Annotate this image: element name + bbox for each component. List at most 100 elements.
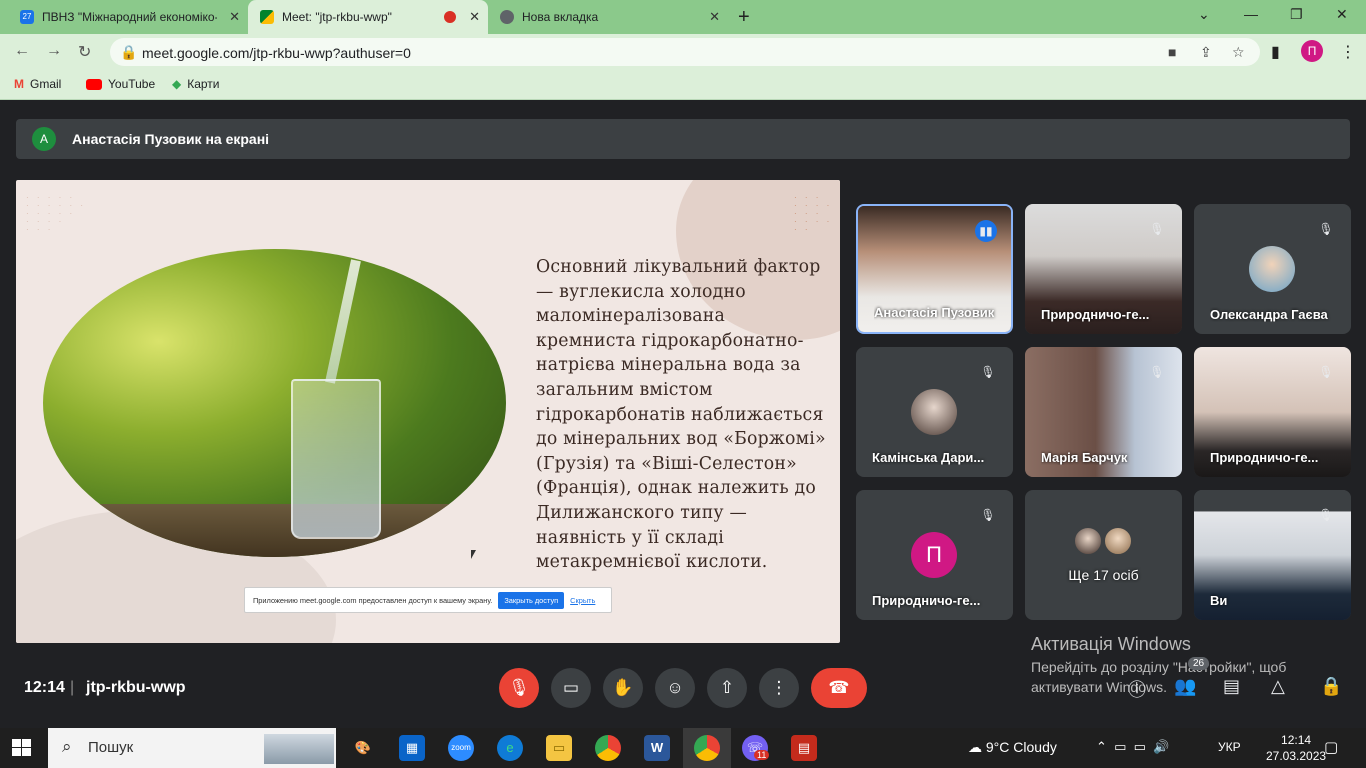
presenter-text: Анастасія Пузовик на екрані xyxy=(72,131,270,147)
shared-screen: · · · · · · · · · · · · · · · · · · · · · · … xyxy=(16,180,840,643)
chevron-down-icon[interactable]: ⌄ xyxy=(1198,6,1210,23)
presenter-banner: A Анастасія Пузовик на екрані xyxy=(16,119,1350,159)
slide-text: Основний лікувальний фактор — вуглекисла… xyxy=(536,257,826,573)
activities-icon[interactable]: △ xyxy=(1271,676,1285,697)
volume-icon[interactable]: 🔊 xyxy=(1153,739,1169,754)
weather-widget[interactable]: ☁ 9°C Cloudy xyxy=(968,739,1057,756)
weather-text: 9°C Cloudy xyxy=(985,739,1057,755)
taskbar-search[interactable]: ⌕ Пошук xyxy=(48,728,336,768)
chat-icon[interactable]: ▤ xyxy=(1223,676,1240,697)
participant-tile[interactable]: 🎙 Марія Барчук xyxy=(1025,347,1182,477)
explorer-icon[interactable]: ▭ xyxy=(546,735,572,761)
avatar xyxy=(1073,526,1103,556)
decor-dots: · · · · · · · · · · · · · · · · · · · · · · … xyxy=(26,193,87,234)
leave-call-button[interactable]: ☎ xyxy=(811,668,867,708)
hide-notice-link[interactable]: Скрыть xyxy=(570,596,595,605)
tab-new[interactable]: Нова вкладка ✕ xyxy=(488,0,728,34)
notification-badge: 11 xyxy=(754,750,770,760)
self-tile[interactable]: 🎙 Ви xyxy=(1194,490,1351,620)
close-icon[interactable]: ✕ xyxy=(709,9,720,25)
raise-hand-button[interactable]: ✋ xyxy=(603,668,643,708)
camera-button[interactable]: ▭ xyxy=(551,668,591,708)
mic-off-button[interactable]: 🎙 xyxy=(499,668,539,708)
meeting-time: 12:14 xyxy=(24,679,65,696)
edge-icon[interactable]: e xyxy=(497,735,523,761)
restore-icon[interactable]: ❐ xyxy=(1290,6,1303,23)
star-icon[interactable]: ☆ xyxy=(1232,44,1245,61)
profile-avatar[interactable]: П xyxy=(1301,40,1323,62)
word-icon[interactable]: W xyxy=(644,735,670,761)
participant-name: Марія Барчук xyxy=(1041,450,1128,465)
browser-toolbar: ← → ↻ 🔒 meet.google.com/jtp-rkbu-wwp?aut… xyxy=(0,34,1366,70)
avatar xyxy=(1249,246,1295,292)
bookmark-gmail[interactable]: M Gmail xyxy=(14,77,61,91)
tab-college[interactable]: 27 ПВНЗ "Міжнародний економіко- ✕ xyxy=(8,0,248,34)
mic-off-icon: 🎙 xyxy=(1318,508,1334,522)
side-panel-icon[interactable]: ▮ xyxy=(1271,42,1280,62)
taskbar-clock[interactable]: 12:14 27.03.2023 xyxy=(1266,732,1326,764)
more-participants-tile[interactable]: Ще 17 осіб xyxy=(1025,490,1182,620)
language-indicator[interactable]: УКР xyxy=(1218,740,1241,754)
emoji-icon: ☺ xyxy=(666,678,684,697)
participant-name: Природничо-ге... xyxy=(872,593,981,608)
new-tab-button[interactable]: + xyxy=(738,6,750,29)
store-icon[interactable]: ▦ xyxy=(399,735,425,761)
chevron-up-icon[interactable]: ⌃ xyxy=(1096,739,1107,754)
present-button[interactable]: ⇧ xyxy=(707,668,747,708)
tab-meet[interactable]: Meet: "jtp-rkbu-wwp" ✕ xyxy=(248,0,488,34)
participant-tile[interactable]: ▮▮ Анастасія Пузовик xyxy=(856,204,1013,334)
reactions-button[interactable]: ☺ xyxy=(655,668,695,708)
mic-off-icon: 🎙 xyxy=(980,365,996,379)
address-bar[interactable]: 🔒 meet.google.com/jtp-rkbu-wwp?authuser=… xyxy=(110,38,1260,66)
screen-share-notice: Приложению meet.google.com предоставлен … xyxy=(244,587,612,613)
search-placeholder: Пошук xyxy=(88,739,134,756)
windows-start-icon[interactable] xyxy=(12,739,32,757)
lock-icon[interactable]: 🔒 xyxy=(120,44,137,61)
network-icon[interactable]: ▭ xyxy=(1114,739,1126,754)
reload-icon[interactable]: ↻ xyxy=(78,42,91,62)
avatar xyxy=(1103,526,1133,556)
close-icon[interactable]: ✕ xyxy=(229,9,240,25)
back-icon[interactable]: ← xyxy=(14,42,30,60)
paint-icon[interactable]: 🎨 xyxy=(350,735,376,761)
camera-icon[interactable]: ■ xyxy=(1168,44,1176,60)
app-icon[interactable]: ▤ xyxy=(791,735,817,761)
close-window-icon[interactable]: ✕ xyxy=(1336,6,1348,23)
mic-off-icon: 🎙 xyxy=(1149,365,1165,379)
menu-icon[interactable]: ⋮ xyxy=(1340,42,1356,62)
system-tray[interactable]: ⌃ ▭ ▭ 🔊 xyxy=(1096,739,1169,755)
chrome-profile-icon[interactable] xyxy=(694,735,720,761)
water-stream xyxy=(325,259,361,384)
share-icon[interactable]: ⇪ xyxy=(1200,44,1212,61)
minimize-icon[interactable]: — xyxy=(1244,6,1258,22)
mic-off-icon: 🎙 xyxy=(1318,222,1334,236)
participant-tile[interactable]: 🎙 Олександра Гаєва xyxy=(1194,204,1351,334)
divider: | xyxy=(70,679,75,696)
stop-sharing-button[interactable]: Закрыть доступ xyxy=(498,591,565,609)
forward-icon[interactable]: → xyxy=(46,42,62,60)
participant-tile[interactable]: 🎙 Природничо-ге... xyxy=(1025,204,1182,334)
notifications-icon[interactable]: ▢ xyxy=(1324,738,1338,756)
participant-tile[interactable]: П 🎙 Природничо-ге... xyxy=(856,490,1013,620)
host-controls-icon[interactable]: 🔒 xyxy=(1320,676,1342,697)
battery-icon[interactable]: ▭ xyxy=(1134,739,1146,754)
participant-tile[interactable]: 🎙 Природничо-ге... xyxy=(1194,347,1351,477)
tab-title: ПВНЗ "Міжнародний економіко- xyxy=(42,10,217,24)
meet-app: A Анастасія Пузовик на екрані · · · · · ·… xyxy=(0,101,1366,725)
more-icon: ⋮ xyxy=(770,678,788,697)
maps-icon: ◆ xyxy=(172,77,182,91)
search-highlight-image xyxy=(264,734,334,764)
meeting-code[interactable]: jtp-rkbu-wwp xyxy=(86,679,186,697)
people-icon[interactable]: 👥 xyxy=(1174,676,1196,697)
bookmark-youtube[interactable]: YouTube xyxy=(86,77,155,91)
bookmark-maps[interactable]: ◆ Карти xyxy=(172,77,220,91)
avatar: A xyxy=(32,127,56,151)
info-icon[interactable]: ⓘ xyxy=(1128,676,1146,702)
zoom-icon[interactable]: zoom xyxy=(448,735,474,761)
participant-tile[interactable]: 🎙 Камінська Дари... xyxy=(856,347,1013,477)
meet-icon xyxy=(260,10,274,24)
participant-name: Природничо-ге... xyxy=(1210,450,1319,465)
chrome-icon[interactable] xyxy=(595,735,621,761)
more-options-button[interactable]: ⋮ xyxy=(759,668,799,708)
close-icon[interactable]: ✕ xyxy=(469,9,480,25)
